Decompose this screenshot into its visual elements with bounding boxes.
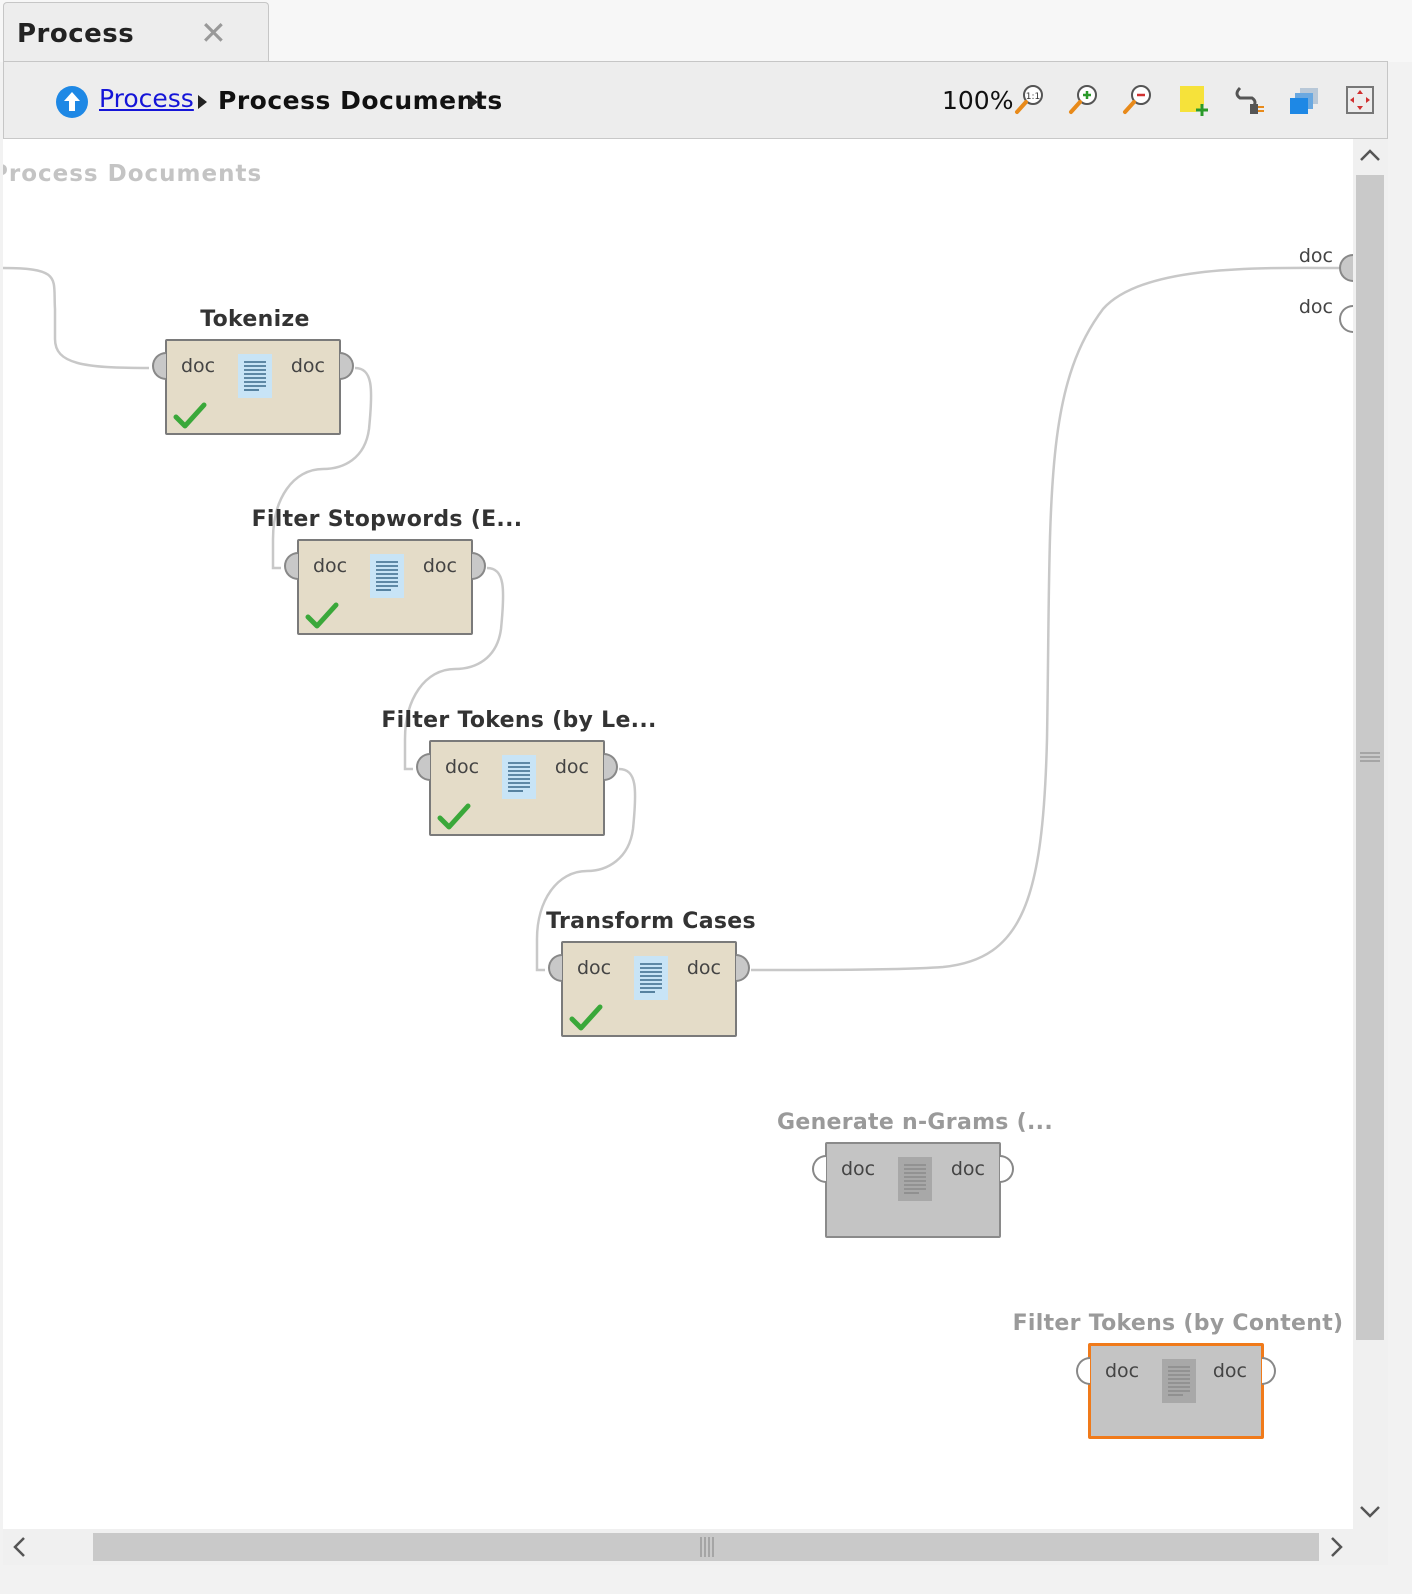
zoom-in-icon[interactable]	[1066, 82, 1102, 118]
input-port-label: doc	[841, 1158, 876, 1180]
horizontal-scroll-thumb[interactable]	[93, 1533, 1319, 1561]
scroll-down-icon[interactable]	[1356, 1500, 1384, 1530]
input-port-label: doc	[577, 957, 612, 979]
operator-box[interactable]: doc doc	[812, 1142, 1014, 1238]
input-port-label: doc	[445, 756, 480, 778]
checkmark-icon	[569, 1003, 603, 1033]
output-port-label: doc	[686, 957, 721, 979]
connection-line	[750, 266, 1340, 972]
document-icon	[237, 353, 273, 399]
output-port-label: doc	[554, 756, 589, 778]
vertical-scroll-thumb[interactable]	[1356, 175, 1384, 1340]
operator-name: Filter Tokens (by Content)	[1012, 1311, 1344, 1336]
operator-name: Tokenize	[200, 307, 310, 332]
add-note-icon[interactable]	[1176, 82, 1212, 118]
document-icon	[897, 1156, 933, 1202]
scroll-up-icon[interactable]	[1356, 143, 1384, 173]
close-icon[interactable]: ✕	[200, 13, 227, 53]
chevron-right-icon[interactable]	[469, 95, 478, 109]
input-port-label: doc	[181, 355, 216, 377]
document-icon	[633, 955, 669, 1001]
process-canvas[interactable]: Process Documents doc doc Tokenize doc d…	[3, 139, 1353, 1529]
checkmark-icon	[173, 401, 207, 431]
operator-box[interactable]: doc doc	[284, 539, 486, 635]
operator-box[interactable]: doc doc	[1076, 1343, 1276, 1439]
process-port-label: doc	[1298, 296, 1333, 318]
navigate-up-icon[interactable]	[56, 86, 88, 118]
process-port-label: doc	[1298, 245, 1333, 267]
document-icon	[369, 553, 405, 599]
zoom-reset-icon[interactable]: 1:1	[1012, 82, 1048, 118]
operator-name: Generate n-Grams (...	[776, 1110, 1053, 1135]
checkmark-icon	[437, 802, 471, 832]
checkmark-icon	[305, 601, 339, 631]
zoom-level: 100%	[942, 86, 1014, 115]
output-port-label: doc	[950, 1158, 985, 1180]
chevron-right-icon	[198, 95, 207, 109]
fit-view-icon[interactable]	[1342, 82, 1378, 118]
operator-name: Filter Stopwords (E...	[251, 507, 523, 532]
output-port-label: doc	[1212, 1360, 1247, 1382]
input-port-label: doc	[313, 555, 348, 577]
breadcrumb-current: Process Documents	[218, 86, 503, 115]
operator-name: Filter Tokens (by Le...	[381, 708, 657, 733]
output-port-label: doc	[290, 355, 325, 377]
tab-title: Process	[17, 19, 135, 49]
svg-text:1:1: 1:1	[1026, 92, 1040, 102]
input-port-label: doc	[1105, 1360, 1140, 1382]
layers-icon[interactable]	[1286, 82, 1322, 118]
operator-name: Transform Cases	[546, 909, 756, 934]
breadcrumb-process-link[interactable]: Process	[99, 84, 194, 113]
tab-process[interactable]: Process ✕	[3, 2, 269, 64]
scroll-left-icon[interactable]	[8, 1533, 32, 1567]
auto-wire-icon[interactable]	[1232, 82, 1268, 118]
output-port-label: doc	[422, 555, 457, 577]
operator-box[interactable]: doc doc	[548, 941, 750, 1037]
breadcrumb-toolbar: Process Process Documents 100% 1:1	[3, 61, 1388, 139]
operator-box[interactable]: doc doc	[416, 740, 618, 836]
tab-bar: Process ✕	[0, 0, 1412, 64]
document-icon	[501, 754, 537, 800]
document-icon	[1161, 1358, 1197, 1404]
scroll-right-icon[interactable]	[1324, 1533, 1348, 1567]
operator-box[interactable]: doc doc	[152, 339, 354, 435]
zoom-out-icon[interactable]	[1120, 82, 1156, 118]
